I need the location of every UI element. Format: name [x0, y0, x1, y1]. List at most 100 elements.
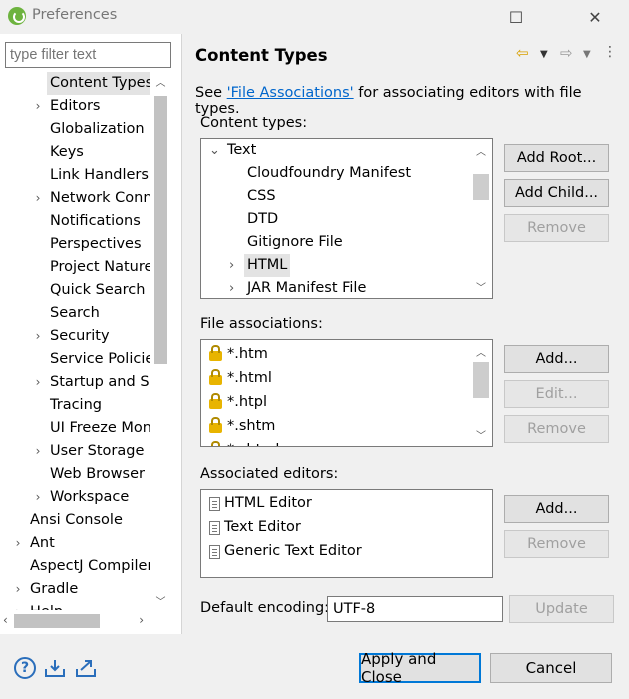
content-type-item[interactable]: Gitignore File	[201, 231, 471, 254]
scroll-left-icon[interactable]: ‹	[3, 613, 8, 627]
scroll-down-icon[interactable]: ﹀	[473, 279, 489, 294]
scroll-up-icon[interactable]: ︿	[473, 344, 489, 359]
tree-item[interactable]: Keys	[0, 141, 150, 164]
close-button[interactable]: ✕	[573, 3, 617, 31]
tree-item[interactable]: Link Handlers	[0, 164, 150, 187]
edit-file-association-button[interactable]: Edit...	[504, 380, 609, 408]
associated-editors-list[interactable]: HTML Editor Text Editor Generic Text Edito…	[200, 489, 493, 578]
file-association-item[interactable]: *.shtml	[201, 439, 471, 446]
tree-item[interactable]: Ansi Console	[0, 509, 150, 532]
file-association-item[interactable]: *.html	[201, 367, 471, 390]
tree-item[interactable]: › Security	[0, 325, 150, 348]
file-associations-link[interactable]: 'File Associations'	[227, 85, 354, 101]
spring-logo-icon	[8, 7, 26, 25]
file-association-item[interactable]: *.htpl	[201, 391, 471, 414]
page-title: Content Types	[195, 46, 328, 65]
tree-item[interactable]: Web Browser	[0, 463, 150, 486]
content-type-item[interactable]: › HTML	[201, 254, 471, 277]
add-file-association-button[interactable]: Add...	[504, 345, 609, 373]
scroll-thumb[interactable]	[473, 174, 489, 200]
export-icon[interactable]	[75, 657, 97, 679]
tree-item[interactable]: › Ant	[0, 532, 150, 555]
tree-hscroll-thumb[interactable]	[14, 614, 100, 628]
tree-item[interactable]: Tracing	[0, 394, 150, 417]
back-menu-icon[interactable]: ▼	[540, 49, 548, 60]
expand-arrow-icon[interactable]: ›	[32, 486, 44, 509]
expand-arrow-icon[interactable]: ›	[12, 532, 24, 555]
remove-editor-button[interactable]: Remove	[504, 530, 609, 558]
expand-arrow-icon[interactable]: ›	[32, 440, 44, 463]
expand-arrow-icon[interactable]: ⌄	[209, 139, 220, 162]
tree-item-label: Perspectives	[50, 236, 142, 252]
scroll-right-icon[interactable]: ›	[139, 613, 144, 627]
tree-scroll-thumb[interactable]	[154, 96, 167, 364]
tree-item[interactable]: Quick Search	[0, 279, 150, 302]
tree-item[interactable]: Search	[0, 302, 150, 325]
content-type-item[interactable]: Cloudfoundry Manifest	[201, 162, 471, 185]
panel-divider[interactable]	[181, 34, 182, 634]
content-types-tree[interactable]: ⌄ Text Cloudfoundry Manifest CSS DTD Gitignor…	[200, 138, 493, 299]
tree-item[interactable]: › Gradle	[0, 578, 150, 601]
tree-item[interactable]: Perspectives	[0, 233, 150, 256]
scroll-down-icon[interactable]: ﹀	[473, 427, 489, 442]
add-root-button[interactable]: Add Root...	[504, 144, 609, 172]
expand-arrow-icon[interactable]: ›	[32, 325, 44, 348]
tree-item[interactable]: › Workspace	[0, 486, 150, 509]
tree-item[interactable]: UI Freeze Mon	[0, 417, 150, 440]
file-associations-scrollbar[interactable]: ︿ ﹀	[472, 340, 492, 446]
tree-item[interactable]: › Help	[0, 601, 150, 610]
file-association-label: *.htpl	[227, 394, 267, 410]
file-association-item[interactable]: *.shtm	[201, 415, 471, 438]
tree-item-label: Quick Search	[50, 282, 146, 298]
import-icon[interactable]	[44, 657, 66, 679]
default-encoding-input[interactable]: UTF-8	[327, 596, 503, 622]
filter-input[interactable]	[5, 42, 171, 68]
scroll-thumb[interactable]	[473, 362, 489, 398]
tree-item[interactable]: › Editors	[0, 95, 150, 118]
tree-item[interactable]: › Startup and Sh	[0, 371, 150, 394]
remove-file-association-button[interactable]: Remove	[504, 415, 609, 443]
expand-arrow-icon[interactable]: ›	[12, 601, 24, 610]
file-association-label: *.shtm	[227, 418, 276, 434]
back-arrow-icon[interactable]: ⇦	[516, 44, 529, 62]
file-associations-list[interactable]: *.htm *.html *.htpl *.shtm *.shtml ︿ ﹀	[200, 339, 493, 447]
maximize-button[interactable]: ☐	[494, 3, 538, 31]
expand-arrow-icon[interactable]: ›	[32, 95, 44, 118]
cancel-button[interactable]: Cancel	[490, 653, 612, 683]
content-type-item[interactable]: ⌄ Text	[201, 139, 471, 162]
editor-item[interactable]: Generic Text Editor	[201, 540, 489, 563]
content-type-item[interactable]: DTD	[201, 208, 471, 231]
expand-arrow-icon[interactable]: ›	[229, 277, 234, 298]
expand-arrow-icon[interactable]: ›	[32, 371, 44, 394]
content-types-scrollbar[interactable]: ︿ ﹀	[472, 139, 492, 298]
content-type-item[interactable]: CSS	[201, 185, 471, 208]
tree-item[interactable]: AspectJ Compiler	[0, 555, 150, 578]
tree-item[interactable]: › User Storage S	[0, 440, 150, 463]
apply-and-close-button[interactable]: Apply and Close	[359, 650, 481, 686]
editor-item[interactable]: Text Editor	[201, 516, 489, 539]
remove-content-type-button[interactable]: Remove	[504, 214, 609, 242]
content-type-item[interactable]: › JAR Manifest File	[201, 277, 471, 298]
view-menu-icon[interactable]: ⋮	[603, 44, 617, 60]
tree-item[interactable]: Service Policies	[0, 348, 150, 371]
tree-item[interactable]: Project Natures	[0, 256, 150, 279]
expand-arrow-icon[interactable]: ›	[12, 578, 24, 601]
forward-arrow-icon[interactable]: ⇨	[560, 44, 573, 62]
scroll-down-icon[interactable]: ﹀	[152, 593, 169, 608]
scroll-up-icon[interactable]: ︿	[152, 74, 169, 89]
tree-item[interactable]: Globalization	[0, 118, 150, 141]
tree-item[interactable]: Content Types	[0, 72, 150, 95]
add-child-button[interactable]: Add Child...	[504, 179, 609, 207]
expand-arrow-icon[interactable]: ›	[229, 254, 234, 277]
content-type-label: CSS	[247, 188, 276, 204]
tree-item[interactable]: Notifications	[0, 210, 150, 233]
file-association-item[interactable]: *.htm	[201, 343, 471, 366]
expand-arrow-icon[interactable]: ›	[32, 187, 44, 210]
scroll-up-icon[interactable]: ︿	[473, 143, 489, 158]
editor-item[interactable]: HTML Editor	[201, 492, 489, 515]
add-editor-button[interactable]: Add...	[504, 495, 609, 523]
help-icon[interactable]: ?	[14, 657, 36, 679]
forward-menu-icon[interactable]: ▼	[583, 49, 591, 60]
update-button[interactable]: Update	[509, 595, 614, 623]
tree-item[interactable]: › Network Conn	[0, 187, 150, 210]
